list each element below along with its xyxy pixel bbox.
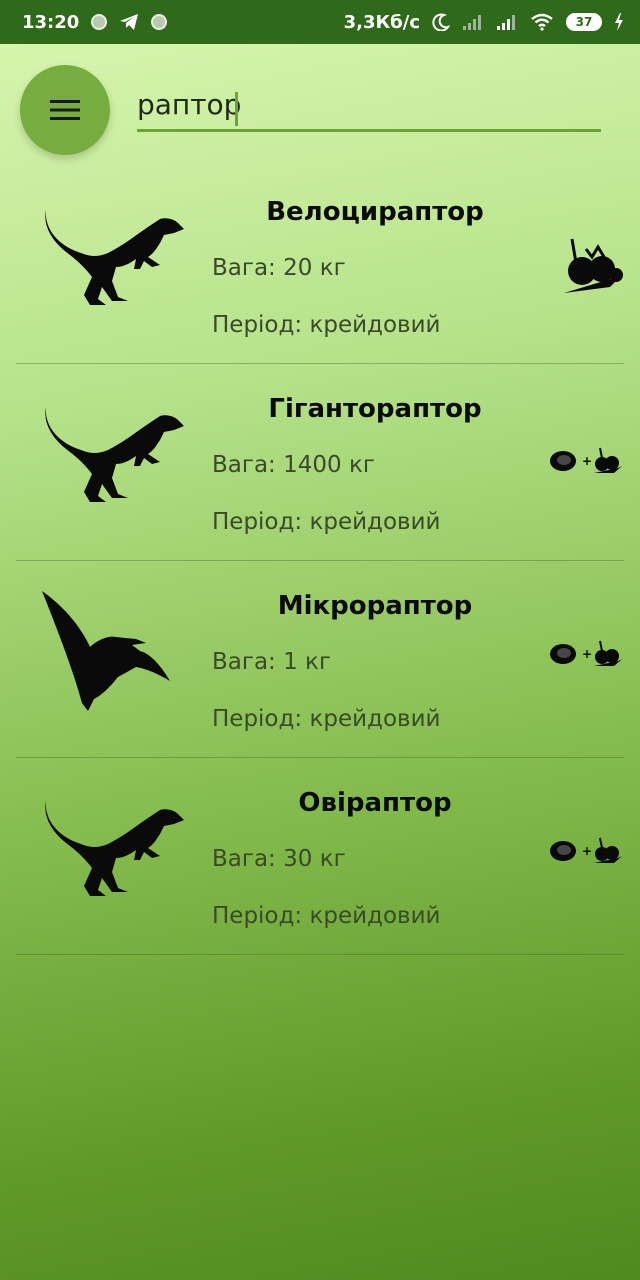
pterosaur-icon bbox=[42, 591, 170, 711]
raptor-icon bbox=[45, 209, 184, 305]
list-item[interactable]: Гіганторaптор Вага: 1400 кг Період: крей… bbox=[0, 364, 640, 561]
dinosaur-weight: Вага: 1400 кг bbox=[212, 452, 375, 478]
search-field[interactable] bbox=[137, 84, 601, 132]
dinosaur-period: Період: крейдовий bbox=[212, 706, 441, 732]
dinosaur-name: Гіганторaптор bbox=[268, 394, 482, 424]
network-speed: 3,3Кб/с bbox=[343, 11, 420, 33]
omnivore-icon: + bbox=[550, 837, 622, 863]
dinosaur-list: Велоцираптор Вага: 20 кг Період: крейдов… bbox=[0, 167, 640, 955]
charging-icon bbox=[614, 13, 624, 31]
notification-dot-icon bbox=[91, 14, 108, 30]
battery-icon: 37 bbox=[566, 13, 602, 31]
text-caret bbox=[235, 92, 238, 126]
dinosaur-weight: Вага: 30 кг bbox=[212, 846, 346, 872]
svg-text:+: + bbox=[582, 844, 592, 858]
telegram-icon bbox=[119, 13, 139, 31]
dinosaur-weight: Вага: 1 кг bbox=[212, 649, 332, 675]
list-item[interactable]: Велоцираптор Вага: 20 кг Період: крейдов… bbox=[0, 167, 640, 364]
dinosaur-name: Овіраптор bbox=[298, 788, 452, 818]
omnivore-icon: + bbox=[550, 640, 622, 666]
list-item[interactable]: Мікрораптор Вага: 1 кг Період: крейдовий… bbox=[0, 561, 640, 758]
svg-text:+: + bbox=[582, 647, 592, 661]
dinosaur-period: Період: крейдовий bbox=[212, 903, 441, 929]
raptor-icon bbox=[45, 800, 184, 896]
moon-icon bbox=[432, 13, 450, 31]
omnivore-icon: + bbox=[550, 447, 622, 473]
signal-icon bbox=[496, 13, 518, 31]
dinosaur-period: Період: крейдовий bbox=[212, 312, 441, 338]
wifi-icon bbox=[530, 13, 554, 31]
dinosaur-weight: Вага: 20 кг bbox=[212, 255, 346, 281]
dinosaur-name: Мікрораптор bbox=[277, 591, 473, 621]
dinosaur-period: Період: крейдовий bbox=[212, 509, 441, 535]
notification-dot-icon bbox=[151, 14, 168, 30]
divider bbox=[16, 954, 624, 955]
status-time: 13:20 bbox=[22, 11, 80, 33]
status-bar: 13:20 3,3Кб/с 37 bbox=[0, 0, 640, 44]
dinosaur-name: Велоцираптор bbox=[266, 197, 484, 227]
search-input[interactable] bbox=[137, 84, 601, 128]
signal-icon bbox=[462, 13, 484, 31]
list-item[interactable]: Овіраптор Вага: 30 кг Період: крейдовий … bbox=[0, 758, 640, 955]
menu-button[interactable] bbox=[20, 65, 110, 155]
raptor-icon bbox=[45, 406, 184, 502]
herbivore-icon bbox=[564, 238, 623, 293]
hamburger-menu-icon bbox=[50, 100, 80, 120]
svg-text:+: + bbox=[582, 454, 592, 468]
